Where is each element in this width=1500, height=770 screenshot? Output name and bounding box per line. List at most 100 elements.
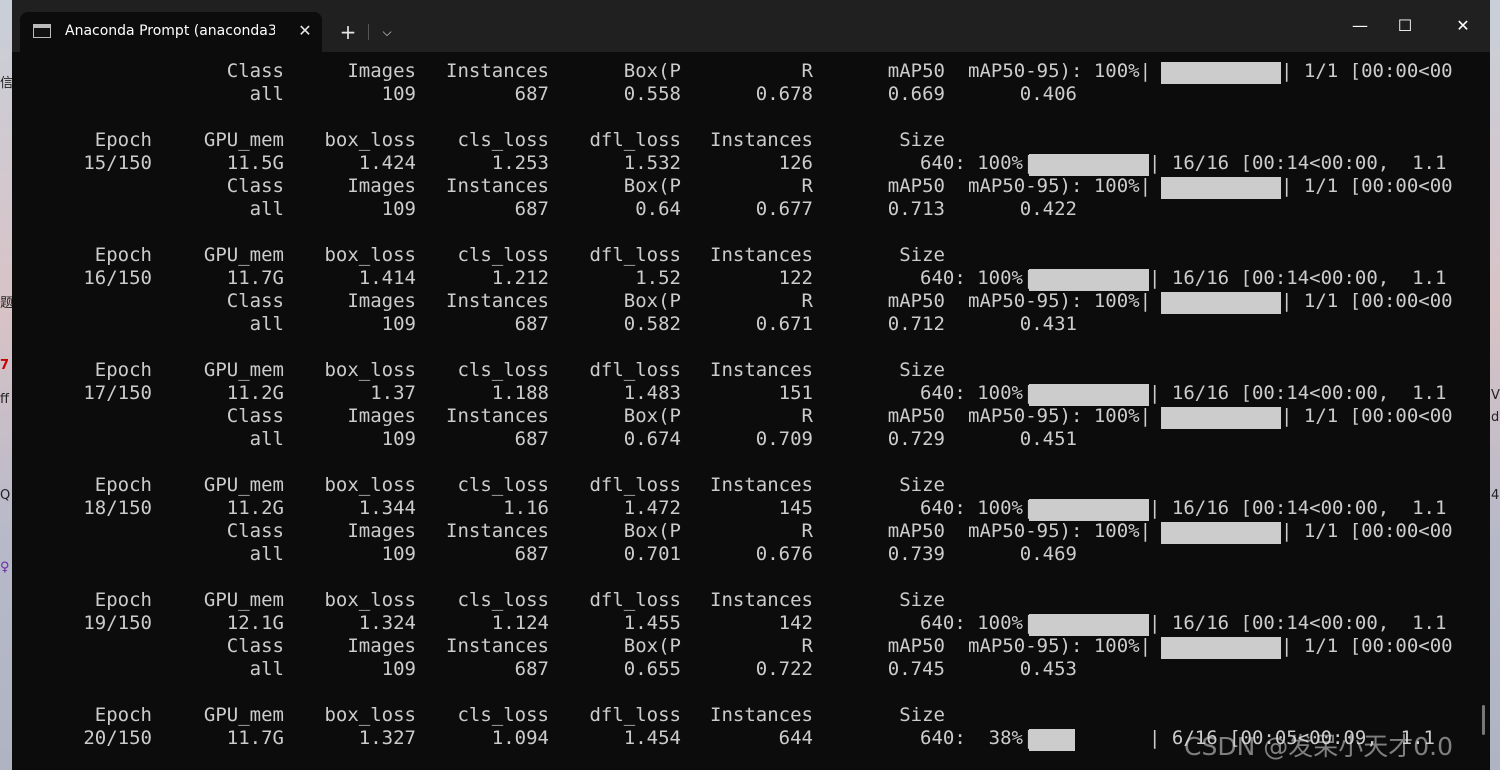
- metric-value: 0.451: [1019, 428, 1077, 450]
- column-header: box_loss: [324, 474, 416, 496]
- column-header: GPU_mem: [203, 704, 284, 726]
- column-header: Box(P: [623, 290, 681, 312]
- metric-value: 17/150: [83, 382, 152, 404]
- terminal-output[interactable]: Class Images Instances Box(P RmAP50 mAP50-95)…: [12, 60, 1490, 770]
- desktop-glyph: d: [1491, 410, 1500, 425]
- metric-value: 109: [381, 198, 416, 220]
- column-header: R: [801, 635, 813, 657]
- val-progress-suffix: | 1/1 [00:00<00: [1281, 290, 1453, 312]
- train-metrics-line: 15/150 11.5G 1.424 1.253 1.532 126 640: 100%| |…: [12, 152, 1490, 176]
- column-header: Size: [899, 704, 945, 726]
- close-tab-icon[interactable]: ✕: [295, 21, 315, 41]
- metric-value: 11.7G: [226, 727, 284, 749]
- train-progress-prefix: 640: 100%|: [920, 612, 1035, 634]
- column-header: cls_loss: [457, 359, 549, 381]
- metric-value: 15/150: [83, 152, 152, 174]
- column-header: Box(P: [623, 175, 681, 197]
- column-header: Instances: [710, 589, 813, 611]
- chevron-down-icon[interactable]: ⌵: [375, 20, 399, 44]
- minimize-button[interactable]: —: [1337, 10, 1383, 42]
- val-progress-prefix: mAP50-95): 100%|: [968, 520, 1152, 542]
- epoch-header-line: Epoch GPU_mem box_loss cls_loss dfl_loss Inst…: [12, 589, 1490, 612]
- val-progress-bar: [1161, 62, 1281, 84]
- column-header: dfl_loss: [589, 589, 681, 611]
- val-header-line: Class Images Instances Box(P RmAP50 mAP50-95)…: [12, 635, 1490, 659]
- column-header: GPU_mem: [203, 589, 284, 611]
- val-progress-prefix: mAP50-95): 100%|: [968, 290, 1152, 312]
- terminal-window: Anaconda Prompt (anaconda3 ✕ + ⌵ — ☐ ✕ C…: [12, 0, 1490, 770]
- train-progress-prefix: 640: 100%|: [920, 382, 1035, 404]
- tab-anaconda-prompt[interactable]: Anaconda Prompt (anaconda3 ✕: [20, 12, 322, 52]
- metric-value: 20/150: [83, 727, 152, 749]
- column-header: Instances: [710, 474, 813, 496]
- column-header: Epoch: [94, 244, 152, 266]
- close-window-button[interactable]: ✕: [1440, 10, 1486, 42]
- val-header-line: Class Images Instances Box(P RmAP50 mAP50-95)…: [12, 520, 1490, 544]
- metric-value: 0.713: [887, 198, 945, 220]
- column-header: dfl_loss: [589, 129, 681, 151]
- column-header: R: [801, 520, 813, 542]
- epoch-header-line: Epoch GPU_mem box_loss cls_loss dfl_loss Inst…: [12, 474, 1490, 497]
- column-header: Size: [899, 589, 945, 611]
- title-bar[interactable]: Anaconda Prompt (anaconda3 ✕ + ⌵ — ☐ ✕: [12, 0, 1490, 52]
- column-header: mAP50: [887, 635, 945, 657]
- train-progress-bar: [1029, 729, 1075, 751]
- metric-value: 0.64: [635, 198, 681, 220]
- metric-value: 1.324: [358, 612, 416, 634]
- val-metrics-line: all 109 687 0.64 0.677 0.713 0.422: [12, 198, 1490, 221]
- column-header: dfl_loss: [589, 704, 681, 726]
- metric-value: 0.745: [887, 658, 945, 680]
- column-header: Epoch: [94, 129, 152, 151]
- train-metrics-line: 18/150 11.2G 1.344 1.16 1.472 145 640: 100%| | …: [12, 497, 1490, 521]
- metric-value: 0.671: [755, 313, 813, 335]
- train-progress-prefix: 640: 100%|: [920, 497, 1035, 519]
- metric-value: 18/150: [83, 497, 152, 519]
- column-header: Instances: [446, 635, 549, 657]
- metric-value: 109: [381, 313, 416, 335]
- new-tab-button[interactable]: +: [336, 20, 360, 44]
- column-header: Box(P: [623, 520, 681, 542]
- column-header: Class: [226, 405, 284, 427]
- val-progress-prefix: mAP50-95): 100%|: [968, 635, 1152, 657]
- metric-value: 12.1G: [226, 612, 284, 634]
- metric-value: 1.124: [491, 612, 549, 634]
- column-header: Size: [899, 474, 945, 496]
- epoch-header-line: Epoch GPU_mem box_loss cls_loss dfl_loss Inst…: [12, 129, 1490, 152]
- train-progress-bar: [1029, 499, 1149, 521]
- column-header: R: [801, 290, 813, 312]
- metric-value: 687: [514, 428, 549, 450]
- terminal-icon: [33, 24, 51, 38]
- column-header: Images: [347, 520, 416, 542]
- metric-value: 11.2G: [226, 497, 284, 519]
- metric-value: 644: [778, 727, 813, 749]
- train-metrics-line: 17/150 11.2G 1.37 1.188 1.483 151 640: 100%| | …: [12, 382, 1490, 406]
- column-header: Box(P: [623, 405, 681, 427]
- metric-value: 109: [381, 428, 416, 450]
- val-header-line: Class Images Instances Box(P RmAP50 mAP50-95)…: [12, 405, 1490, 429]
- train-metrics-line: 19/150 12.1G 1.324 1.124 1.455 142 640: 100%| |…: [12, 612, 1490, 636]
- column-header: Images: [347, 635, 416, 657]
- metric-value: all: [249, 428, 284, 450]
- column-header: Instances: [710, 704, 813, 726]
- train-progress-suffix: | 16/16 [00:14<00:00, 1.1: [1149, 497, 1447, 519]
- metric-value: 1.424: [358, 152, 416, 174]
- maximize-button[interactable]: ☐: [1382, 10, 1428, 42]
- metric-value: 1.344: [358, 497, 416, 519]
- column-header: Instances: [446, 290, 549, 312]
- column-header: Epoch: [94, 704, 152, 726]
- metric-value: 1.094: [491, 727, 549, 749]
- val-progress-prefix: mAP50-95): 100%|: [968, 175, 1152, 197]
- column-header: mAP50: [887, 520, 945, 542]
- train-progress-bar: [1029, 614, 1149, 636]
- column-header: cls_loss: [457, 589, 549, 611]
- train-metrics-line: 16/150 11.7G 1.414 1.212 1.52 122 640: 100%| | …: [12, 267, 1490, 291]
- column-header: box_loss: [324, 244, 416, 266]
- metric-value: 0.469: [1019, 543, 1077, 565]
- train-progress-suffix: | 16/16 [00:14<00:00, 1.1: [1149, 152, 1447, 174]
- metric-value: 126: [778, 152, 813, 174]
- train-progress-bar: [1029, 154, 1149, 176]
- metric-value: 0.722: [755, 658, 813, 680]
- scrollbar[interactable]: [1482, 705, 1485, 735]
- watermark: CSDN @发呆小天才0.0: [1184, 732, 1453, 761]
- column-header: Images: [347, 60, 416, 82]
